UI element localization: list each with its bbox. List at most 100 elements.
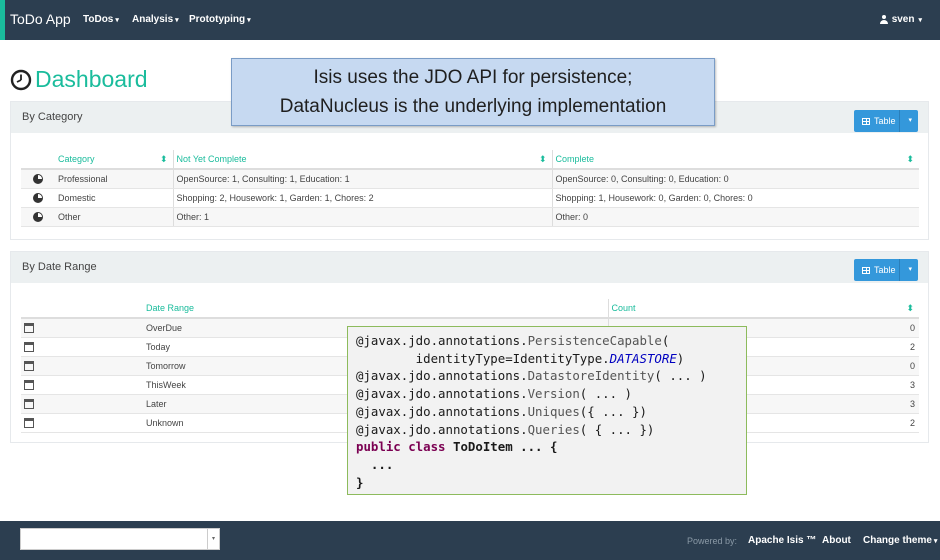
- row-icon-cell[interactable]: [21, 356, 143, 376]
- navbar-accent: [0, 0, 5, 40]
- sort-icon[interactable]: ⬍: [539, 154, 547, 165]
- code-line-7: public class ToDoItem ... {: [356, 439, 558, 455]
- code-line-8: ...: [356, 456, 394, 472]
- table-button-label: Table: [874, 116, 896, 126]
- pie-chart-icon: [33, 192, 43, 203]
- row-icon-cell[interactable]: [21, 375, 143, 395]
- user-name: sven: [891, 14, 915, 25]
- by-category-table-button[interactable]: Table ▾: [854, 110, 918, 132]
- menu-prototyping[interactable]: Prototyping ▾: [189, 14, 251, 25]
- jdo-callout: Isis uses the JDO API for persistence; D…: [231, 58, 715, 126]
- chevron-down-icon: ▾: [933, 538, 938, 545]
- row-icon-cell[interactable]: [21, 337, 143, 357]
- row-icon-cell[interactable]: [21, 188, 55, 208]
- complete-cell: Other: 0: [552, 207, 919, 227]
- code-line-9: }: [356, 474, 364, 490]
- table-header-row: Category ⬍ Not Yet Complete ⬍ Complete ⬍: [21, 150, 919, 170]
- table-header-row: Date Range Count ⬍: [21, 299, 919, 319]
- chevron-down-icon: ▾: [115, 17, 119, 24]
- code-line-5: @javax.jdo.annotations.Uniques({ ... }): [356, 403, 647, 419]
- sort-icon[interactable]: ⬍: [906, 154, 914, 165]
- column-label: Count: [611, 303, 636, 313]
- table-row[interactable]: Domestic Shopping: 2, Housework: 1, Gard…: [21, 188, 919, 208]
- row-icon-cell[interactable]: [21, 394, 143, 414]
- by-category-table: Category ⬍ Not Yet Complete ⬍ Complete ⬍ Pr…: [21, 150, 919, 227]
- button-divider: [899, 259, 900, 281]
- chevron-down-icon: ▾: [918, 16, 922, 24]
- footer-select[interactable]: ▾: [20, 528, 220, 550]
- complete-cell: Shopping: 1, Housework: 0, Garden: 0, Ch…: [552, 188, 919, 208]
- column-header-not-yet-complete[interactable]: Not Yet Complete ⬍: [173, 150, 553, 170]
- code-line-6: @javax.jdo.annotations.Queries( { ... }): [356, 421, 655, 437]
- not-yet-complete-cell: OpenSource: 1, Consulting: 1, Education:…: [173, 169, 553, 189]
- category-cell[interactable]: Domestic: [55, 188, 174, 208]
- calendar-icon: [24, 398, 34, 409]
- calendar-icon: [24, 417, 34, 428]
- column-label: Complete: [555, 154, 595, 164]
- chevron-down-icon: ▾: [908, 266, 912, 273]
- user-menu[interactable]: sven ▾: [879, 14, 922, 25]
- category-cell[interactable]: Other: [55, 207, 174, 227]
- code-line-3: @javax.jdo.annotations.DatastoreIdentity…: [356, 368, 707, 384]
- about-link[interactable]: About: [822, 535, 851, 546]
- column-header-date-range[interactable]: Date Range: [143, 299, 609, 319]
- column-label: Not Yet Complete: [176, 154, 247, 164]
- table-button-label: Table: [874, 265, 896, 275]
- change-theme-label: Change theme: [863, 535, 932, 546]
- menu-analysis[interactable]: Analysis ▾: [132, 14, 179, 25]
- page-title: Dashboard: [10, 66, 148, 93]
- chevron-down-icon[interactable]: ▾: [207, 529, 219, 549]
- calendar-icon: [24, 360, 34, 371]
- column-header-count[interactable]: Count ⬍: [608, 299, 919, 319]
- menu-analysis-label: Analysis: [132, 14, 174, 25]
- sort-icon[interactable]: ⬍: [906, 303, 914, 314]
- top-navbar: ToDo App ToDos ▾ Analysis ▾ Prototyping ▾ s…: [0, 0, 940, 40]
- code-line-1: @javax.jdo.annotations.PersistenceCapabl…: [356, 333, 670, 348]
- complete-cell: OpenSource: 0, Consulting: 0, Education:…: [552, 169, 919, 189]
- column-header-category[interactable]: Category ⬍: [55, 150, 174, 170]
- row-icon-cell[interactable]: [21, 169, 55, 189]
- row-icon-cell[interactable]: [21, 413, 143, 433]
- by-date-range-title: By Date Range: [22, 261, 97, 273]
- code-line-2: identityType=IdentityType.DATASTORE): [356, 350, 685, 366]
- menu-todos-label: ToDos: [83, 14, 114, 25]
- table-icon: [862, 117, 870, 125]
- by-category-title: By Category: [22, 111, 83, 123]
- code-snippet: @javax.jdo.annotations.PersistenceCapabl…: [347, 326, 747, 495]
- page-title-text: Dashboard: [35, 66, 148, 92]
- column-header-complete[interactable]: Complete ⬍: [552, 150, 919, 170]
- callout-line-1: Isis uses the JDO API for persistence;: [313, 67, 633, 88]
- table-icon: [862, 266, 870, 274]
- column-label: Date Range: [146, 303, 195, 313]
- calendar-icon: [24, 323, 34, 334]
- change-theme-menu[interactable]: Change theme ▾: [863, 535, 937, 546]
- button-divider: [899, 110, 900, 132]
- menu-prototyping-label: Prototyping: [189, 14, 246, 25]
- category-cell[interactable]: Professional: [55, 169, 174, 189]
- row-icon-cell[interactable]: [21, 207, 55, 227]
- footer-bar: ▾ Powered by: Apache Isis ™ About Change…: [0, 521, 940, 560]
- pie-chart-icon: [33, 211, 43, 222]
- table-row[interactable]: Professional OpenSource: 1, Consulting: …: [21, 169, 919, 189]
- calendar-icon: [24, 379, 34, 390]
- by-date-range-header: By Date Range Table ▾: [11, 252, 928, 283]
- row-icon-cell[interactable]: [21, 318, 143, 338]
- code-line-4: @javax.jdo.annotations.Version( ... ): [356, 386, 633, 402]
- icon-column-header: [21, 299, 143, 319]
- column-label: Category: [58, 154, 95, 164]
- menu-todos[interactable]: ToDos ▾: [83, 14, 119, 25]
- not-yet-complete-cell: Shopping: 2, Housework: 1, Garden: 1, Ch…: [173, 188, 553, 208]
- apache-isis-link[interactable]: Apache Isis ™: [748, 535, 816, 546]
- chevron-down-icon: ▾: [908, 117, 912, 124]
- icon-column-header: [21, 150, 55, 170]
- pie-chart-icon: [33, 174, 43, 185]
- app-brand[interactable]: ToDo App: [10, 11, 71, 27]
- callout-line-2: DataNucleus is the underlying implementa…: [279, 96, 667, 117]
- powered-by-label: Powered by:: [687, 536, 738, 546]
- sort-icon[interactable]: ⬍: [160, 154, 168, 165]
- chevron-down-icon: ▾: [247, 17, 251, 24]
- table-row[interactable]: Other Other: 1 Other: 0: [21, 207, 919, 227]
- clock-icon: [10, 69, 32, 90]
- user-icon: [879, 15, 888, 24]
- by-date-range-table-button[interactable]: Table ▾: [854, 259, 918, 281]
